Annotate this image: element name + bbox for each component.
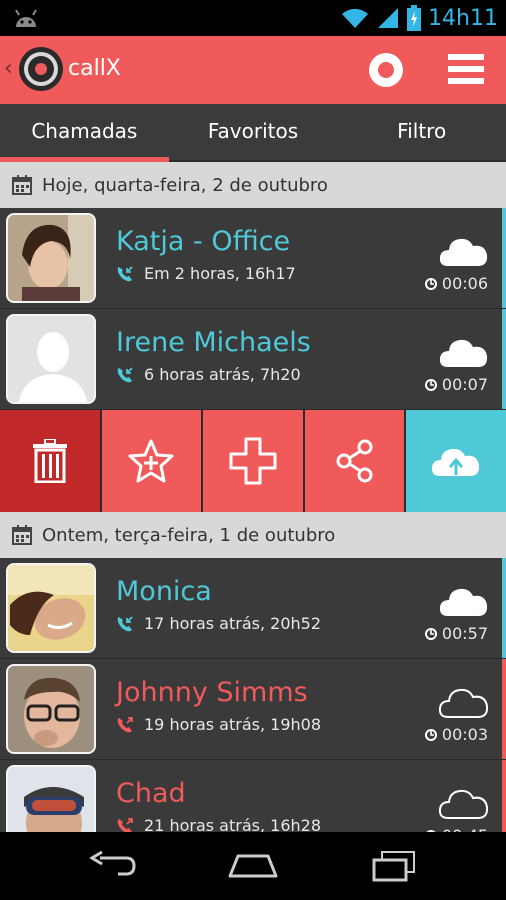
status-stripe: [502, 208, 506, 308]
status-stripe: [502, 309, 506, 409]
cloud-upload-button[interactable]: [406, 410, 506, 512]
duration-icon: [424, 277, 437, 290]
date-header: Hoje, quarta-feira, 2 de outubro: [0, 162, 506, 208]
cloud-uploaded-icon[interactable]: [438, 335, 490, 369]
cloud-outline-icon[interactable]: [438, 685, 490, 719]
share-button[interactable]: [304, 410, 405, 512]
incoming-call-icon: [117, 265, 133, 281]
signal-icon: [378, 8, 399, 28]
avatar: [6, 664, 96, 754]
tab-chamadas[interactable]: Chamadas: [0, 104, 169, 162]
share-icon: [336, 439, 373, 483]
call-duration: 00:06: [441, 274, 488, 293]
star-add-icon: [128, 439, 174, 483]
duration-icon: [424, 627, 437, 640]
status-stripe: [502, 558, 506, 658]
app-title: callX: [68, 56, 121, 81]
add-contact-button[interactable]: [203, 410, 303, 512]
call-detail: 17 horas atrás, 20h52: [144, 614, 322, 633]
date-header-label: Hoje, quarta-feira, 2 de outubro: [42, 174, 328, 196]
outgoing-call-icon: [117, 716, 133, 732]
avatar: [6, 213, 96, 303]
trash-icon: [32, 439, 67, 483]
record-button[interactable]: [368, 52, 404, 88]
call-duration: 00:07: [441, 375, 488, 394]
contact-name: Katja - Office: [116, 226, 291, 257]
contact-name: Chad: [116, 778, 186, 809]
battery-icon: [407, 5, 422, 31]
home-icon[interactable]: [226, 850, 280, 880]
row-action-bar: [0, 410, 506, 512]
contact-name: Johnny Simms: [116, 677, 308, 708]
calendar-icon: [12, 525, 32, 545]
calendar-icon: [12, 175, 32, 195]
add-favorite-button[interactable]: [101, 410, 202, 512]
call-detail: Em 2 horas, 16h17: [144, 264, 296, 283]
navigation-bar: [0, 832, 506, 900]
call-duration: 00:03: [441, 725, 488, 744]
call-detail: 6 horas atrás, 7h20: [144, 365, 301, 384]
plus-icon: [229, 437, 277, 485]
clock: 14h11: [428, 5, 498, 31]
status-stripe: [502, 659, 506, 759]
cloud-uploaded-icon[interactable]: [438, 234, 490, 268]
app-bar: ‹ callX: [0, 36, 506, 104]
avatar-placeholder: [6, 314, 96, 404]
contact-name: Irene Michaels: [116, 327, 311, 358]
tab-filtro[interactable]: Filtro: [337, 104, 506, 160]
cloud-outline-icon[interactable]: [438, 786, 490, 820]
tab-bar: Chamadas Favoritos Filtro: [0, 104, 506, 162]
date-header: Ontem, terça-feira, 1 de outubro: [0, 512, 506, 558]
call-duration: 00:57: [441, 624, 488, 643]
cloud-uploaded-icon[interactable]: [438, 584, 490, 618]
recent-apps-icon[interactable]: [370, 850, 418, 882]
contact-name: Monica: [116, 576, 212, 607]
tab-favoritos[interactable]: Favoritos: [169, 104, 338, 160]
wifi-icon: [342, 8, 369, 28]
call-row[interactable]: Johnny Simms 19 horas atrás, 19h08 00:03: [0, 659, 506, 760]
call-row[interactable]: Katja - Office Em 2 horas, 16h17 00:06: [0, 208, 506, 309]
status-bar: 14h11: [0, 0, 506, 36]
call-detail: 19 horas atrás, 19h08: [144, 715, 322, 734]
call-row[interactable]: Monica 17 horas atrás, 20h52 00:57: [0, 558, 506, 659]
avatar: [6, 563, 96, 653]
date-header-label: Ontem, terça-feira, 1 de outubro: [42, 524, 336, 546]
call-row[interactable]: Irene Michaels 6 horas atrás, 7h20 00:07: [0, 309, 506, 410]
duration-icon: [424, 728, 437, 741]
incoming-call-icon: [117, 615, 133, 631]
back-chevron-icon[interactable]: ‹: [4, 56, 13, 81]
app-logo-icon[interactable]: [18, 46, 64, 92]
incoming-call-icon: [117, 366, 133, 382]
android-notification-icon: [15, 9, 37, 27]
menu-icon[interactable]: [448, 53, 484, 85]
delete-button[interactable]: [0, 410, 100, 512]
back-icon[interactable]: [88, 850, 138, 880]
cloud-upload-icon: [432, 448, 480, 476]
duration-icon: [424, 378, 437, 391]
